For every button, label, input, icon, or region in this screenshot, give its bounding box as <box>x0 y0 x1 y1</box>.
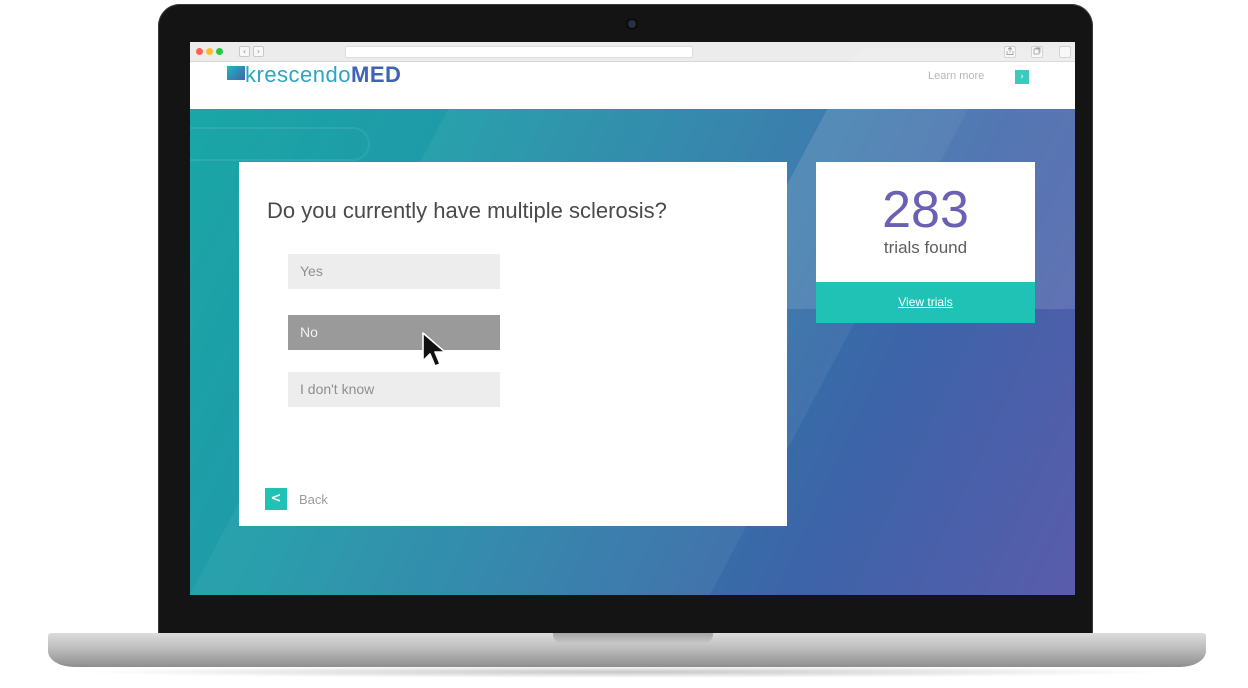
option-no-button[interactable]: No <box>288 315 500 350</box>
view-trials-button[interactable]: View trials <box>816 282 1035 323</box>
option-dont-know-button[interactable]: I don't know <box>288 372 500 407</box>
trials-count: 283 <box>882 181 969 239</box>
browser-back-button[interactable]: ‹ <box>239 46 250 57</box>
results-card: 283 trials found View trials <box>816 162 1035 323</box>
browser-forward-button[interactable]: › <box>253 46 264 57</box>
webcam-icon <box>628 20 636 28</box>
question-card: Do you currently have multiple sclerosis… <box>239 162 787 526</box>
mouse-pointer-icon <box>422 332 446 367</box>
close-window-button[interactable] <box>196 48 203 55</box>
logo-text-secondary: MED <box>351 62 402 87</box>
logo[interactable]: krescendoMED <box>245 62 401 88</box>
hero-decoration <box>190 127 370 161</box>
logo-text-primary: krescendo <box>245 62 352 87</box>
logo-mark-icon <box>227 66 245 80</box>
laptop-screen: ‹ › krescendoMED Learn more › Do you cur… <box>190 42 1075 595</box>
back-button-label[interactable]: Back <box>299 492 328 507</box>
minimize-window-button[interactable] <box>206 48 213 55</box>
laptop-shadow <box>70 666 1180 678</box>
laptop-base-notch <box>553 633 713 644</box>
address-bar[interactable] <box>345 46 693 58</box>
question-title: Do you currently have multiple sclerosis… <box>267 198 667 223</box>
option-yes-button[interactable]: Yes <box>288 254 500 289</box>
back-arrow-icon[interactable]: < <box>265 488 287 510</box>
trials-found-label: trials found <box>883 238 968 257</box>
maximize-window-button[interactable] <box>216 48 223 55</box>
